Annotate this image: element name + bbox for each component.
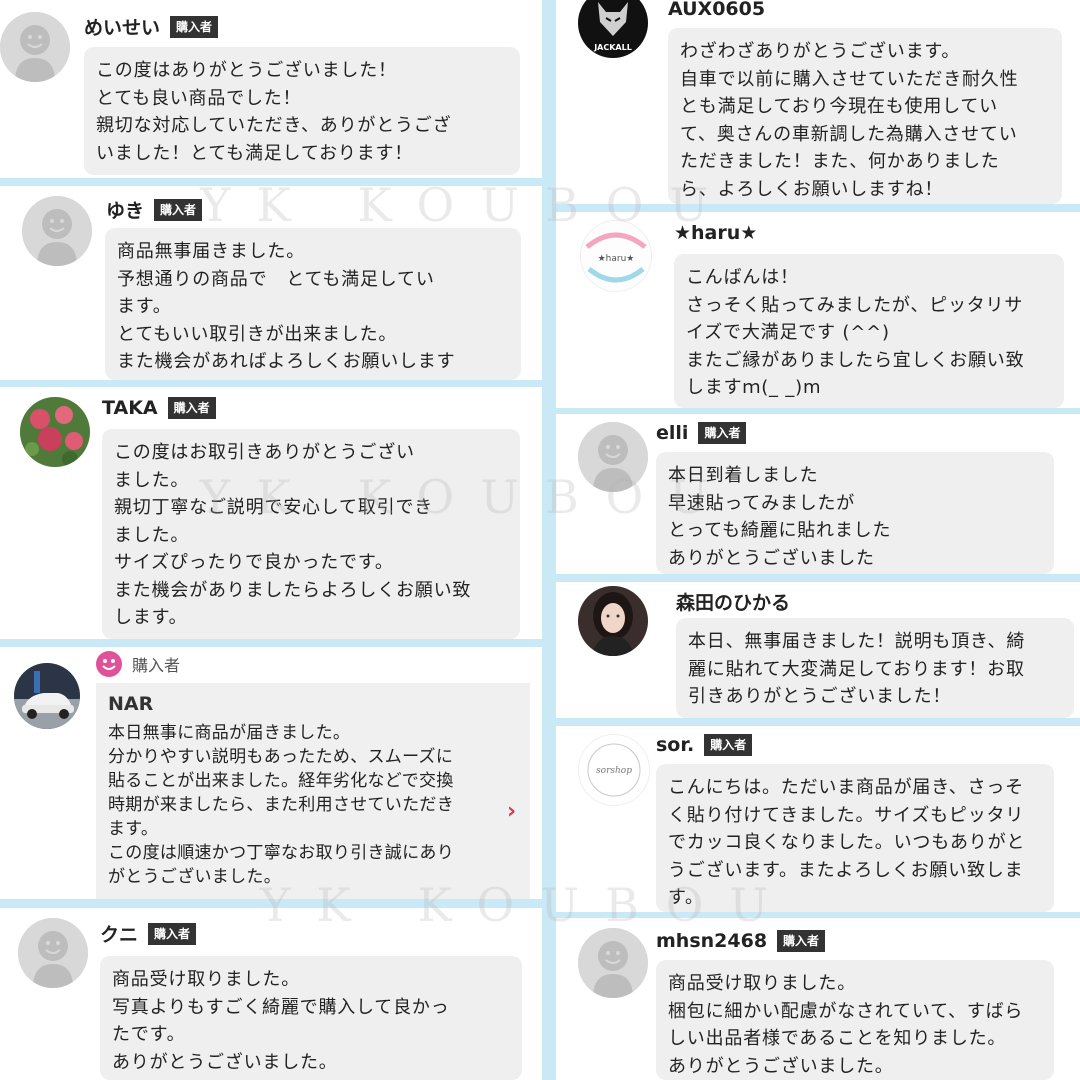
review-card-11: mhsn2468 購入者 商品受け取りました。 梱包に細かい配慮がなされていて、す… <box>556 918 1080 1080</box>
comment-lines: 本日、無事届きました！説明も頂き、綺 麗に貼れて大変満足しております！お取 引きあり… <box>688 631 1026 707</box>
default-avatar-icon <box>578 422 648 492</box>
default-avatar-icon <box>578 928 648 998</box>
comment-lines: 商品受け取りました。 写真よりもすごく綺麗で購入して良かっ たです。 ありがとうござい… <box>112 969 450 1073</box>
review-comment: この度はお取引きありがとうござい ました。 親切丁寧なご説明で安心して取引でき ました… <box>102 429 520 639</box>
flower-avatar <box>20 397 90 467</box>
buyer-badge: 購入者 <box>698 422 747 444</box>
comment-lines: この度はお取引きありがとうござい ました。 親切丁寧なご説明で安心して取引でき ました… <box>114 442 472 628</box>
buyer-badge: 購入者 <box>148 922 197 945</box>
review-card-10: sorshop sor. 購入者 こんにちは。ただいま商品が届き、さっそ く貼り付… <box>556 726 1080 912</box>
reviewer-name: NAR <box>108 693 154 715</box>
review-comment: この度はありがとうございました！ とても良い商品でした！ 親切な対応していただき、あ… <box>84 47 520 175</box>
review-comment: 本日、無事届きました！説明も頂き、綺 麗に貼れて大変満足しております！お取 引きあり… <box>676 618 1074 718</box>
review-card-1: めいせい 購入者 この度はありがとうございました！ とても良い商品でした！ 親切な対… <box>0 0 542 178</box>
review-card-7: ★haru★ ★haru★ こんばんは！ さっそく貼ってみましたが、ピッタリサ イズ… <box>556 212 1080 408</box>
reviewer-name: 森田のひかる <box>676 592 791 614</box>
buyer-badge: 購入者 <box>704 734 753 756</box>
review-comment: こんばんは！ さっそく貼ってみましたが、ピッタリサ イズで大満足です (^^) またご… <box>674 254 1064 408</box>
car-avatar <box>14 663 80 729</box>
svg-text:JACKALL: JACKALL <box>593 43 632 52</box>
review-comment: こんにちは。ただいま商品が届き、さっそ く貼り付けてきました。サイズもピッタリ でカ… <box>656 764 1054 912</box>
buyer-badge: 購入者 <box>167 397 216 419</box>
svg-text:★haru★: ★haru★ <box>598 254 635 264</box>
reviewer-name: elli <box>656 422 689 444</box>
review-card-6: JACKALL AUX0605 わざわざありがとうございます。 自車で以前に購入さ… <box>556 0 1080 204</box>
smile-icon <box>96 651 122 677</box>
chevron-right-icon[interactable]: › <box>507 799 516 824</box>
buyer-badge: 購入者 <box>154 198 203 221</box>
reviewer-name: ★haru★ <box>674 222 758 244</box>
buyer-label: 購入者 <box>132 656 181 675</box>
reviewer-name: TAKA <box>102 397 158 419</box>
portrait-avatar <box>578 586 648 656</box>
comment-lines: この度はありがとうございました！ とても良い商品でした！ 親切な対応していただき、あ… <box>96 60 452 164</box>
default-avatar-icon <box>0 12 70 82</box>
review-comment: 商品受け取りました。 梱包に細かい配慮がなされていて、すばら しい出品者様であること… <box>656 960 1054 1080</box>
comment-lines: こんばんは！ さっそく貼ってみましたが、ピッタリサ イズで大満足です (^^) またご… <box>686 267 1025 398</box>
buyer-badge: 購入者 <box>170 15 219 38</box>
haru-logo-avatar: ★haru★ <box>580 220 652 292</box>
svg-text:sorshop: sorshop <box>596 766 632 776</box>
review-card-2: ゆき 購入者 商品無事届きました。 予想通りの商品で とても満足してい ます。 とても… <box>0 186 542 380</box>
default-avatar-icon <box>22 196 92 266</box>
comment-lines: 商品受け取りました。 梱包に細かい配慮がなされていて、すばら しい出品者様であること… <box>668 973 1024 1077</box>
comment-lines: 本日到着しました 早速貼ってみましたが とっても綺麗に貼れました ありがとうございまし… <box>668 465 892 569</box>
review-comment: NAR 本日無事に商品が届きました。 分かりやすい説明もあったため、スムーズに 貼る… <box>96 683 530 899</box>
reviewer-name: mhsn2468 <box>656 930 768 952</box>
review-card-4: 購入者 NAR 本日無事に商品が届きました。 分かりやすい説明もあったため、スムー… <box>0 647 542 899</box>
review-comment: 商品受け取りました。 写真よりもすごく綺麗で購入して良かっ たです。 ありがとうござい… <box>100 956 522 1080</box>
review-comment: 本日到着しました 早速貼ってみましたが とっても綺麗に貼れました ありがとうございまし… <box>656 452 1054 574</box>
jackall-logo-avatar: JACKALL <box>578 0 648 58</box>
reviewer-name: AUX0605 <box>668 0 766 20</box>
review-comment: わざわざありがとうございます。 自車で以前に購入させていただき耐久性 とも満足してお… <box>668 28 1062 204</box>
reviewer-name: めいせい <box>84 17 161 39</box>
reviewer-name: クニ <box>100 924 139 946</box>
comment-lines: こんにちは。ただいま商品が届き、さっそ く貼り付けてきました。サイズもピッタリ でカ… <box>668 777 1026 908</box>
review-card-9: 森田のひかる 本日、無事届きました！説明も頂き、綺 麗に貼れて大変満足しております… <box>556 582 1080 718</box>
default-avatar-icon <box>18 918 88 988</box>
sorshop-logo-avatar: sorshop <box>578 734 650 806</box>
review-card-8: elli 購入者 本日到着しました 早速貼ってみましたが とっても綺麗に貼れましたあ… <box>556 414 1080 574</box>
reviewer-name: sor. <box>656 734 695 756</box>
reviewer-name: ゆき <box>106 200 145 222</box>
comment-lines: 商品無事届きました。 予想通りの商品で とても満足してい ます。 とてもいい取引きが出… <box>117 241 456 372</box>
comment-lines: わざわざありがとうございます。 自車で以前に購入させていただき耐久性 とも満足してお… <box>680 41 1019 200</box>
comment-lines: 本日無事に商品が届きました。 分かりやすい説明もあったため、スムーズに 貼ることが出… <box>108 723 454 887</box>
buyer-badge: 購入者 <box>777 930 826 952</box>
review-card-5: クニ 購入者 商品受け取りました。 写真よりもすごく綺麗で購入して良かっ たです。あ… <box>0 908 542 1080</box>
review-card-3: TAKA 購入者 この度はお取引きありがとうござい ました。 親切丁寧なご説明で安心… <box>0 387 542 639</box>
review-comment: 商品無事届きました。 予想通りの商品で とても満足してい ます。 とてもいい取引きが出… <box>105 228 521 380</box>
